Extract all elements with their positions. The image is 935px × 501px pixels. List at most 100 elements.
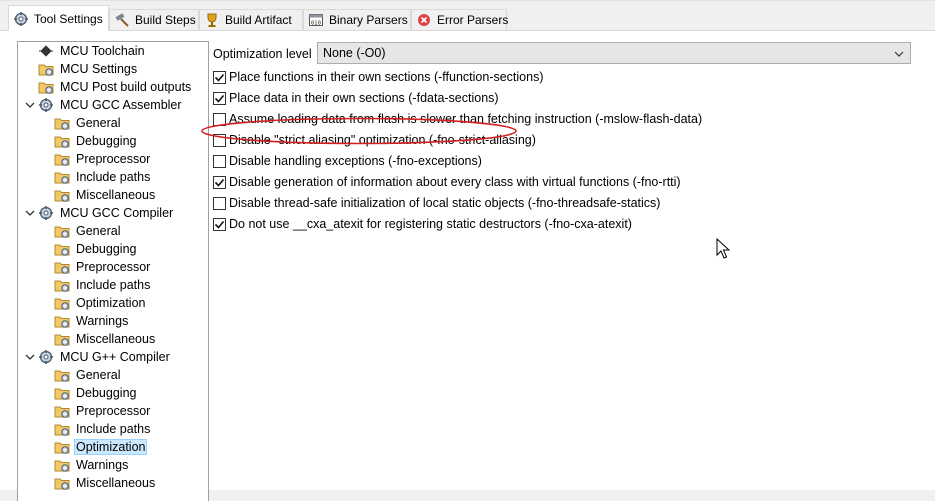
folder-gear-icon (54, 313, 70, 329)
tree-item[interactable]: Debugging (54, 240, 138, 258)
tree-item-label: Miscellaneous (76, 188, 156, 202)
tree-item-label: MCU Toolchain (60, 44, 145, 58)
gear-icon (38, 205, 54, 221)
tree-item[interactable]: MCU Settings (38, 60, 139, 78)
checkbox-checked[interactable] (213, 91, 226, 105)
option-label: Place functions in their own sections (-… (229, 70, 544, 84)
optimization-level-label: Optimization level (213, 47, 312, 61)
settings-tree[interactable]: MCU Toolchain MCU Settings MCU Post build … (17, 41, 209, 501)
tree-item[interactable]: Optimization (54, 438, 148, 456)
tree-item-label: Preprocessor (76, 152, 151, 166)
chevron-down-icon[interactable] (25, 100, 35, 110)
tree-item-label: Include paths (76, 170, 151, 184)
folder-gear-icon (54, 115, 70, 131)
tab-error-parsers[interactable]: Error Parsers (411, 9, 509, 30)
checkbox-checked[interactable] (213, 175, 226, 189)
tree-item[interactable]: Optimization (54, 294, 147, 312)
hammer-icon (114, 12, 130, 28)
option-checkbox-row[interactable]: Place data in their own sections (-fdata… (213, 89, 499, 107)
chevron-down-icon[interactable] (25, 352, 35, 362)
tree-item[interactable]: MCU GCC Compiler (25, 204, 175, 222)
gear-icon (38, 349, 54, 365)
tree-item-label: Include paths (76, 422, 151, 436)
svg-text:010: 010 (311, 21, 321, 27)
tree-item-label: General (76, 224, 121, 238)
tree-item[interactable]: Include paths (54, 276, 152, 294)
tab-tool-settings[interactable]: Tool Settings (8, 5, 109, 31)
option-checkbox-row[interactable]: Do not use __cxa_atexit for registering … (213, 215, 632, 233)
tree-item[interactable]: Warnings (54, 312, 130, 330)
checkbox-unchecked[interactable] (213, 196, 226, 210)
tree-item[interactable]: Preprocessor (54, 150, 152, 168)
tree-item[interactable]: Miscellaneous (54, 474, 157, 492)
tree-item[interactable]: Preprocessor (54, 258, 152, 276)
highlight-ellipse (201, 117, 517, 145)
chevron-down-icon[interactable] (25, 208, 35, 218)
checkbox-checked[interactable] (213, 217, 226, 231)
tree-item-label: Warnings (76, 458, 129, 472)
tab-build-steps[interactable]: Build Steps (109, 9, 199, 30)
option-checkbox-row[interactable]: Place functions in their own sections (-… (213, 68, 544, 86)
tree-item[interactable]: MCU G++ Compiler (25, 348, 172, 366)
tree-item[interactable]: General (54, 114, 122, 132)
tree-item[interactable]: Debugging (54, 132, 138, 150)
option-checkbox-row[interactable]: Disable generation of information about … (213, 173, 681, 191)
tab-build-artifact[interactable]: Build Artifact (199, 9, 303, 30)
tab-bar: Tool Settings Build Steps Build Artifact… (0, 0, 935, 31)
tree-item-label: Debugging (76, 386, 137, 400)
checkmark-icon (214, 73, 225, 82)
option-label: Disable handling exceptions (-fno-except… (229, 154, 482, 168)
option-checkbox-row[interactable]: Disable handling exceptions (-fno-except… (213, 152, 482, 170)
tree-item-label: Optimization (74, 439, 148, 455)
optimization-level-value: None (-O0) (323, 46, 386, 60)
optimization-level-select[interactable]: None (-O0) (317, 42, 911, 64)
binary-icon: 010 (308, 12, 324, 28)
tab-label: Error Parsers (437, 13, 509, 27)
tree-item-label: Optimization (76, 296, 146, 310)
tree-item[interactable]: Include paths (54, 420, 152, 438)
tree-item-label: MCU GCC Assembler (60, 98, 182, 112)
tree-item-label: MCU Post build outputs (60, 80, 192, 94)
folder-gear-icon (54, 241, 70, 257)
tree-item-label: Warnings (76, 314, 129, 328)
tree-item[interactable]: Miscellaneous (54, 330, 157, 348)
folder-gear-icon (54, 133, 70, 149)
tree-item[interactable]: MCU GCC Assembler (25, 96, 184, 114)
tree-item[interactable]: Preprocessor (54, 402, 152, 420)
tree-item[interactable]: Debugging (54, 384, 138, 402)
option-checkbox-row[interactable]: Disable thread-safe initialization of lo… (213, 194, 660, 212)
checkmark-icon (214, 220, 225, 229)
tree-item-label: MCU Settings (60, 62, 138, 76)
checkbox-checked[interactable] (213, 70, 226, 84)
tab-label: Binary Parsers (329, 13, 408, 27)
tree-item[interactable]: MCU Toolchain (38, 42, 147, 60)
folder-gear-icon (54, 151, 70, 167)
tab-label: Tool Settings (34, 11, 103, 26)
tree-item[interactable]: MCU Post build outputs (38, 78, 193, 96)
tree-item-label: Debugging (76, 242, 137, 256)
tab-bar-top-divider (0, 0, 935, 1)
chevron-down-icon (894, 48, 904, 62)
tab-binary-parsers[interactable]: 010 Binary Parsers (303, 9, 411, 30)
tree-item-label: Miscellaneous (76, 476, 156, 490)
mouse-cursor-icon (716, 238, 730, 259)
folder-gear-icon (54, 475, 70, 491)
tree-item[interactable]: General (54, 366, 122, 384)
gear-icon (38, 97, 54, 113)
tree-item-label: MCU GCC Compiler (60, 206, 174, 220)
tree-item-label: Preprocessor (76, 260, 151, 274)
chip-icon (38, 43, 54, 59)
folder-gear-icon (54, 421, 70, 437)
folder-gear-icon (54, 331, 70, 347)
tree-item[interactable]: General (54, 222, 122, 240)
checkbox-unchecked[interactable] (213, 154, 226, 168)
trophy-icon (204, 12, 220, 28)
tree-item[interactable]: Miscellaneous (54, 186, 157, 204)
tree-item[interactable]: Include paths (54, 168, 152, 186)
tree-item-label: Include paths (76, 278, 151, 292)
option-label: Disable generation of information about … (229, 175, 681, 189)
folder-gear-icon (38, 61, 54, 77)
folder-gear-icon (54, 457, 70, 473)
tree-item[interactable]: Warnings (54, 456, 130, 474)
option-label: Disable thread-safe initialization of lo… (229, 196, 661, 210)
